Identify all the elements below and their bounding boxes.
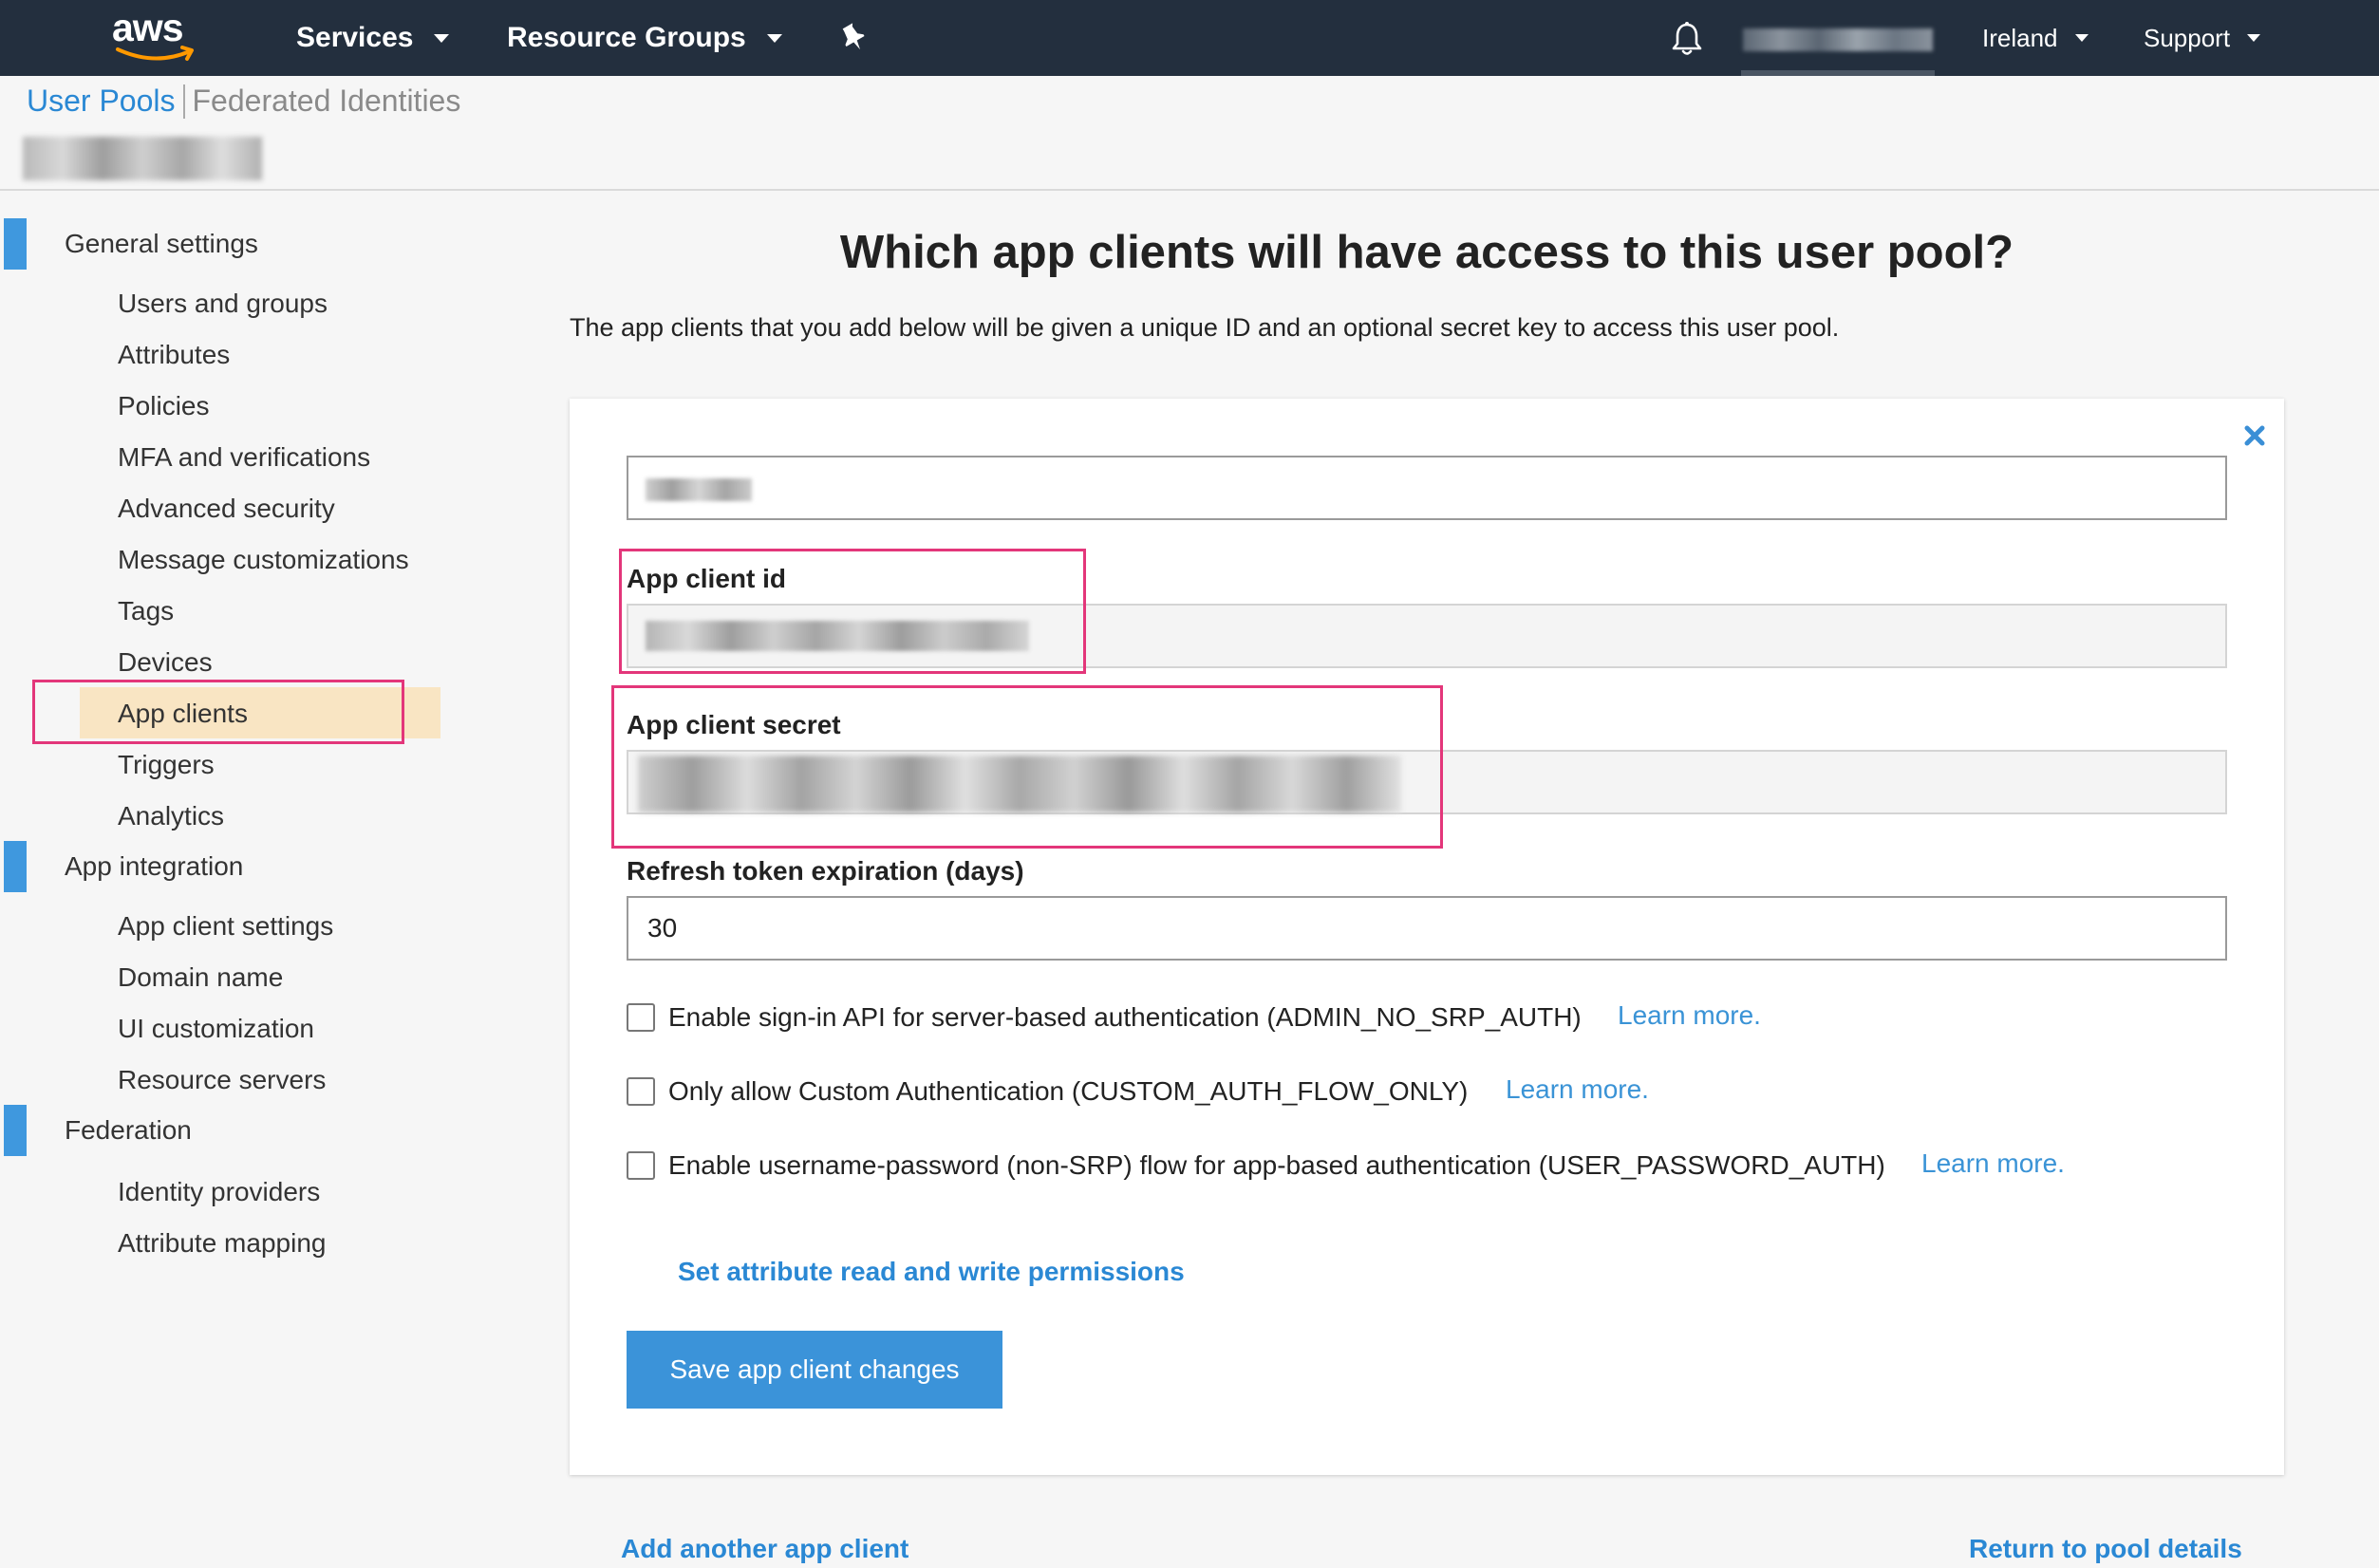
annotation-highlight-client-secret [611, 685, 1443, 849]
admin-no-srp-checkbox[interactable] [627, 1003, 655, 1032]
sidebar-section-label: Federation [65, 1115, 192, 1145]
sidebar-item-devices[interactable]: Devices [118, 647, 213, 678]
close-icon[interactable] [2242, 423, 2267, 448]
resource-groups-menu[interactable]: Resource Groups [507, 0, 782, 76]
sidebar-item-identity-providers[interactable]: Identity providers [118, 1177, 320, 1207]
sidebar-item-message-customizations[interactable]: Message customizations [118, 545, 409, 575]
admin-no-srp-option[interactable]: Enable sign-in API for server-based auth… [627, 1002, 1582, 1033]
learn-more-link[interactable]: Learn more. [1506, 1074, 1649, 1105]
account-menu-underline [1741, 70, 1935, 76]
bell-icon[interactable] [1671, 21, 1703, 57]
services-menu[interactable]: Services [296, 0, 450, 76]
annotation-highlight-client-id [619, 549, 1086, 674]
refresh-token-field[interactable] [627, 896, 2227, 961]
user-password-auth-checkbox[interactable] [627, 1151, 655, 1180]
chevron-down-icon [434, 33, 450, 43]
breadcrumb-user-pools[interactable]: User Pools [27, 84, 176, 119]
app-client-name-field[interactable] [627, 456, 2227, 520]
section-marker [4, 218, 27, 270]
return-to-pool-details-link[interactable]: Return to pool details [1969, 1534, 2242, 1564]
sidebar-item-resource-servers[interactable]: Resource servers [118, 1065, 326, 1095]
region-label: Ireland [1982, 23, 2058, 52]
sidebar-item-tags[interactable]: Tags [118, 596, 174, 626]
custom-auth-option[interactable]: Only allow Custom Authentication (CUSTOM… [627, 1076, 1468, 1107]
learn-more-link[interactable]: Learn more. [1618, 1000, 1761, 1031]
sidebar-section-label: General settings [65, 229, 258, 258]
sidebar-section-general-settings[interactable]: General settings [0, 218, 258, 270]
section-marker [4, 841, 27, 892]
sidebar-item-analytics[interactable]: Analytics [118, 801, 224, 831]
learn-more-link[interactable]: Learn more. [1921, 1148, 2065, 1179]
services-label: Services [296, 22, 414, 53]
region-menu[interactable]: Ireland [1982, 0, 2089, 76]
annotation-highlight-app-clients [32, 680, 404, 744]
breadcrumb-divider [182, 84, 185, 119]
section-marker [4, 1105, 27, 1156]
aws-logo[interactable]: aws [112, 6, 197, 65]
sidebar-section-federation[interactable]: Federation [0, 1105, 192, 1156]
page-description: The app clients that you add below will … [570, 313, 1840, 342]
sidebar-item-domain-name[interactable]: Domain name [118, 962, 283, 993]
custom-auth-checkbox[interactable] [627, 1077, 655, 1106]
aws-logo-text: aws [112, 6, 183, 49]
sidebar-item-attributes[interactable]: Attributes [118, 340, 230, 370]
refresh-token-value: 30 [647, 913, 678, 943]
sidebar-item-policies[interactable]: Policies [118, 391, 209, 421]
user-pool-name [23, 137, 262, 180]
sidebar-item-ui-customization[interactable]: UI customization [118, 1014, 314, 1044]
chevron-down-icon [766, 33, 782, 43]
save-app-client-button[interactable]: Save app client changes [627, 1331, 1002, 1409]
page-title: Which app clients will have access to th… [839, 227, 2014, 278]
attribute-permissions-link[interactable]: Set attribute read and write permissions [678, 1257, 1185, 1287]
support-label: Support [2144, 23, 2231, 52]
chevron-down-icon [2247, 34, 2261, 42]
admin-no-srp-label: Enable sign-in API for server-based auth… [668, 1002, 1582, 1032]
header-divider [0, 189, 2379, 191]
sidebar-item-mfa[interactable]: MFA and verifications [118, 442, 370, 473]
add-another-app-client-link[interactable]: Add another app client [621, 1534, 909, 1564]
custom-auth-label: Only allow Custom Authentication (CUSTOM… [668, 1076, 1469, 1106]
top-navigation-bar: aws Services Resource Groups Ireland Sup… [0, 0, 2379, 76]
sidebar-item-advanced-security[interactable]: Advanced security [118, 494, 335, 524]
aws-smile-icon [116, 46, 194, 61]
sidebar-item-app-client-settings[interactable]: App client settings [118, 911, 333, 942]
app-client-name-value [646, 478, 752, 501]
resource-groups-label: Resource Groups [507, 22, 746, 53]
refresh-token-label: Refresh token expiration (days) [627, 856, 1024, 886]
user-password-auth-label: Enable username-password (non-SRP) flow … [668, 1150, 1885, 1180]
sidebar-item-users-and-groups[interactable]: Users and groups [118, 289, 328, 319]
breadcrumb: User Pools Federated Identities [27, 84, 460, 119]
pin-icon[interactable] [839, 23, 868, 53]
user-password-auth-option[interactable]: Enable username-password (non-SRP) flow … [627, 1150, 1885, 1181]
breadcrumb-federated-identities[interactable]: Federated Identities [193, 84, 461, 119]
sidebar-section-label: App integration [65, 851, 244, 881]
account-menu[interactable] [1743, 28, 1933, 51]
sidebar-section-app-integration[interactable]: App integration [0, 841, 243, 892]
sidebar-item-attribute-mapping[interactable]: Attribute mapping [118, 1228, 326, 1259]
sidebar-item-triggers[interactable]: Triggers [118, 750, 215, 780]
chevron-down-icon [2074, 34, 2089, 42]
support-menu[interactable]: Support [2144, 0, 2261, 76]
